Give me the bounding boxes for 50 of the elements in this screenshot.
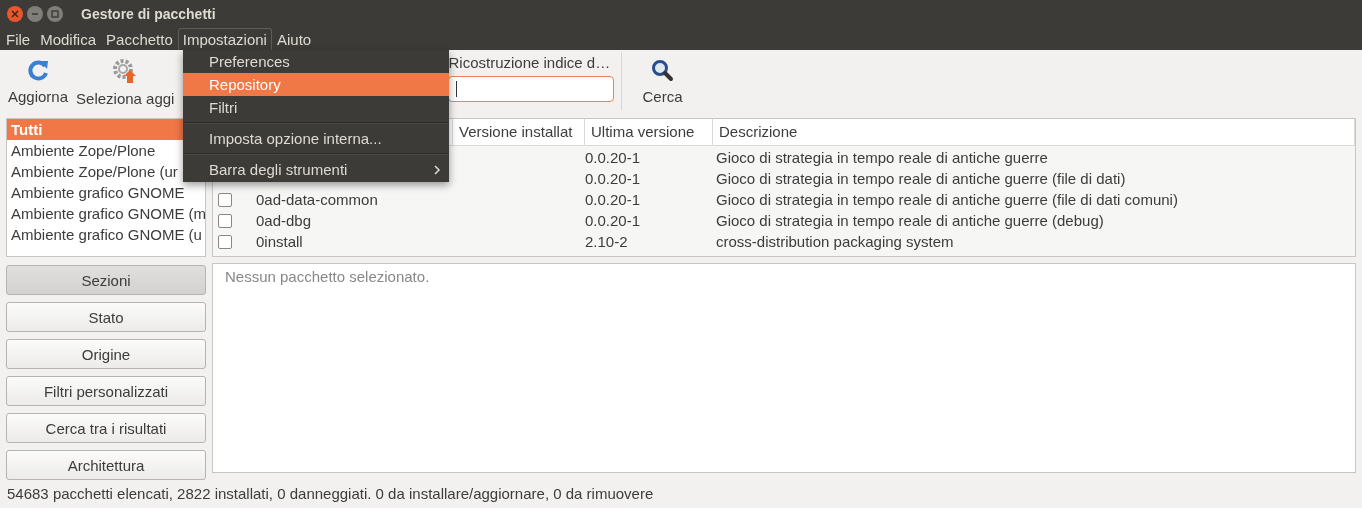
filter-button[interactable]: Cerca tra i risultati bbox=[6, 413, 206, 443]
table-cell: cross-distribution packaging system bbox=[716, 233, 954, 250]
column-header[interactable]: Ultima versione bbox=[585, 119, 713, 145]
filter-button[interactable]: Architettura bbox=[6, 450, 206, 480]
close-icon[interactable] bbox=[7, 5, 23, 22]
table-cell: 0ad-dbg bbox=[256, 212, 312, 229]
toolbar-button[interactable]: Aggiorna bbox=[4, 49, 73, 114]
table-cell: 0.0.20-1 bbox=[585, 170, 641, 187]
table-cell: 0.0.20-1 bbox=[585, 191, 641, 208]
details-text: Nessun pacchetto selezionato. bbox=[225, 268, 430, 285]
section-item[interactable]: Ambiente grafico GNOME (m bbox=[7, 203, 205, 224]
table-cell: Gioco di strategia in tempo reale di antiche guerre bbox=[716, 149, 1048, 166]
checkbox[interactable] bbox=[218, 213, 232, 228]
table-cell: Gioco di strategia in tempo reale di antiche guerre (debug) bbox=[716, 212, 1104, 229]
filter-button[interactable]: Origine bbox=[6, 339, 206, 369]
section-item[interactable]: Ambiente grafico GNOME bbox=[7, 182, 205, 203]
menu-item[interactable]: Preferences bbox=[183, 50, 449, 73]
menu-item[interactable]: Modifica bbox=[35, 27, 102, 50]
menu-item[interactable]: Aiuto bbox=[271, 27, 317, 50]
filter-button[interactable]: Sezioni bbox=[6, 265, 206, 295]
status-text: 54683 pacchetti elencati, 2822 installati, 0 danneggiati. 0 da installare/aggiornare, 0 da rimuovere bbox=[7, 485, 654, 502]
column-header[interactable]: Versione installat bbox=[453, 119, 585, 145]
table-cell: 0.0.20-1 bbox=[585, 212, 641, 229]
search-label: Ricostruzione indice d… bbox=[448, 53, 612, 72]
gear-icon bbox=[112, 57, 139, 84]
filter-button[interactable]: Filtri personalizzati bbox=[6, 376, 206, 406]
section-item[interactable]: Ambiente grafico GNOME (u bbox=[7, 224, 205, 245]
menu-item[interactable]: Barra degli strumenti bbox=[183, 158, 449, 181]
table-cell: Gioco di strategia in tempo reale di antiche guerre (file di dati comuni) bbox=[716, 191, 1178, 208]
table-cell: 0ad-data-common bbox=[256, 191, 378, 208]
menu-item[interactable]: Pacchetto bbox=[101, 27, 178, 50]
window-title: Gestore di pacchetti bbox=[81, 5, 216, 22]
chevron-icon bbox=[433, 164, 441, 175]
table-cell: 0.0.20-1 bbox=[585, 149, 641, 166]
filter-button[interactable]: Stato bbox=[6, 302, 206, 332]
table-cell: 0install bbox=[256, 233, 303, 250]
maximize-icon[interactable] bbox=[47, 5, 63, 22]
menu-item[interactable]: Filtri bbox=[183, 96, 449, 119]
search-button[interactable]: Cerca bbox=[634, 49, 691, 114]
table-cell: Gioco di strategia in tempo reale di antiche guerre (file di dati) bbox=[716, 170, 1126, 187]
checkbox[interactable] bbox=[218, 192, 232, 207]
search-field[interactable] bbox=[448, 75, 615, 102]
menu-item[interactable]: File bbox=[1, 27, 36, 50]
minimize-icon[interactable] bbox=[27, 5, 43, 22]
menu-item[interactable]: Impostazioni bbox=[177, 27, 272, 50]
toolbar-button[interactable]: Seleziona aggi bbox=[72, 49, 179, 114]
search-icon bbox=[650, 57, 675, 82]
table-cell: 2.10-2 bbox=[585, 233, 628, 250]
column-header[interactable]: Descrizione bbox=[713, 119, 1355, 145]
checkbox[interactable] bbox=[218, 234, 232, 249]
